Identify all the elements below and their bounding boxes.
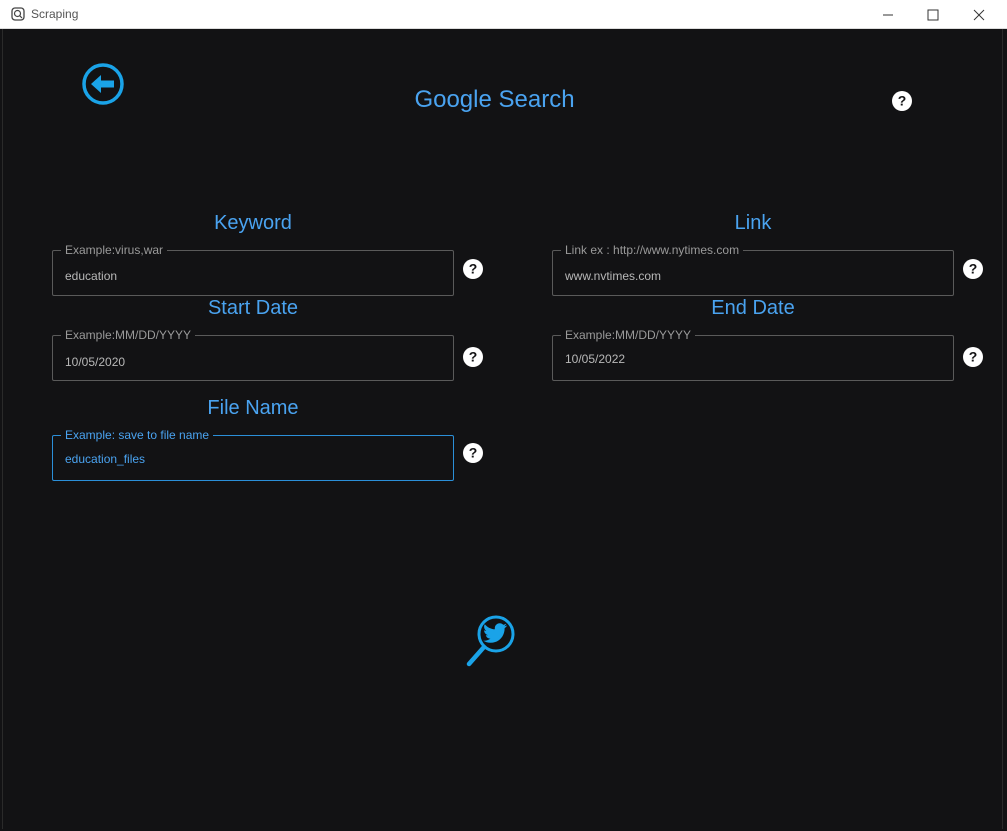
maximize-icon: [927, 9, 939, 20]
link-input[interactable]: [565, 266, 935, 286]
svg-text:?: ?: [969, 261, 978, 277]
link-field[interactable]: Link ex : http://www.nytimes.com: [552, 243, 954, 296]
end-date-help-icon[interactable]: ?: [962, 346, 984, 368]
window-title: Scraping: [31, 7, 79, 21]
start-date-input[interactable]: [65, 352, 435, 372]
svg-text:?: ?: [469, 261, 478, 277]
link-hint: Link ex : http://www.nytimes.com: [561, 243, 744, 257]
svg-text:?: ?: [969, 349, 978, 365]
file-name-field[interactable]: Example: save to file name: [52, 428, 454, 481]
keyword-field[interactable]: Example:virus,war: [52, 243, 454, 296]
start-date-hint: Example:MM/DD/YYYY: [61, 328, 196, 342]
keyword-help-icon[interactable]: ?: [462, 258, 484, 280]
start-date-help-icon[interactable]: ?: [462, 346, 484, 368]
svg-text:?: ?: [469, 349, 478, 365]
main-window: Google Search ? Keyword Example:virus,wa…: [2, 29, 1003, 829]
file-name-label: File Name: [207, 397, 299, 419]
link-label: Link: [734, 212, 772, 234]
page-title: Google Search: [414, 86, 575, 113]
minimize-icon: [883, 14, 893, 15]
twitter-search-icon[interactable]: [464, 612, 518, 668]
file-name-help-icon[interactable]: ?: [462, 442, 484, 464]
end-date-input[interactable]: [565, 349, 935, 369]
link-help-icon[interactable]: ?: [962, 258, 984, 280]
svg-text:?: ?: [469, 445, 478, 461]
keyword-input[interactable]: [65, 266, 435, 286]
help-icon[interactable]: ?: [891, 90, 913, 112]
svg-text:?: ?: [898, 93, 907, 109]
start-date-label: Start Date: [207, 297, 299, 319]
app-icon: [11, 7, 25, 21]
file-name-hint: Example: save to file name: [61, 428, 214, 442]
title-bar: Scraping: [0, 0, 1007, 29]
close-icon: [973, 9, 985, 20]
file-name-input[interactable]: [65, 449, 435, 469]
close-button[interactable]: [956, 0, 1002, 29]
minimize-button[interactable]: [865, 0, 911, 29]
keyword-label: Keyword: [214, 212, 292, 234]
end-date-hint: Example:MM/DD/YYYY: [561, 328, 696, 342]
start-date-field[interactable]: Example:MM/DD/YYYY: [52, 328, 454, 381]
maximize-button[interactable]: [910, 0, 956, 29]
keyword-hint: Example:virus,war: [61, 243, 168, 257]
end-date-label: End Date: [711, 297, 795, 319]
end-date-field[interactable]: Example:MM/DD/YYYY: [552, 328, 954, 381]
